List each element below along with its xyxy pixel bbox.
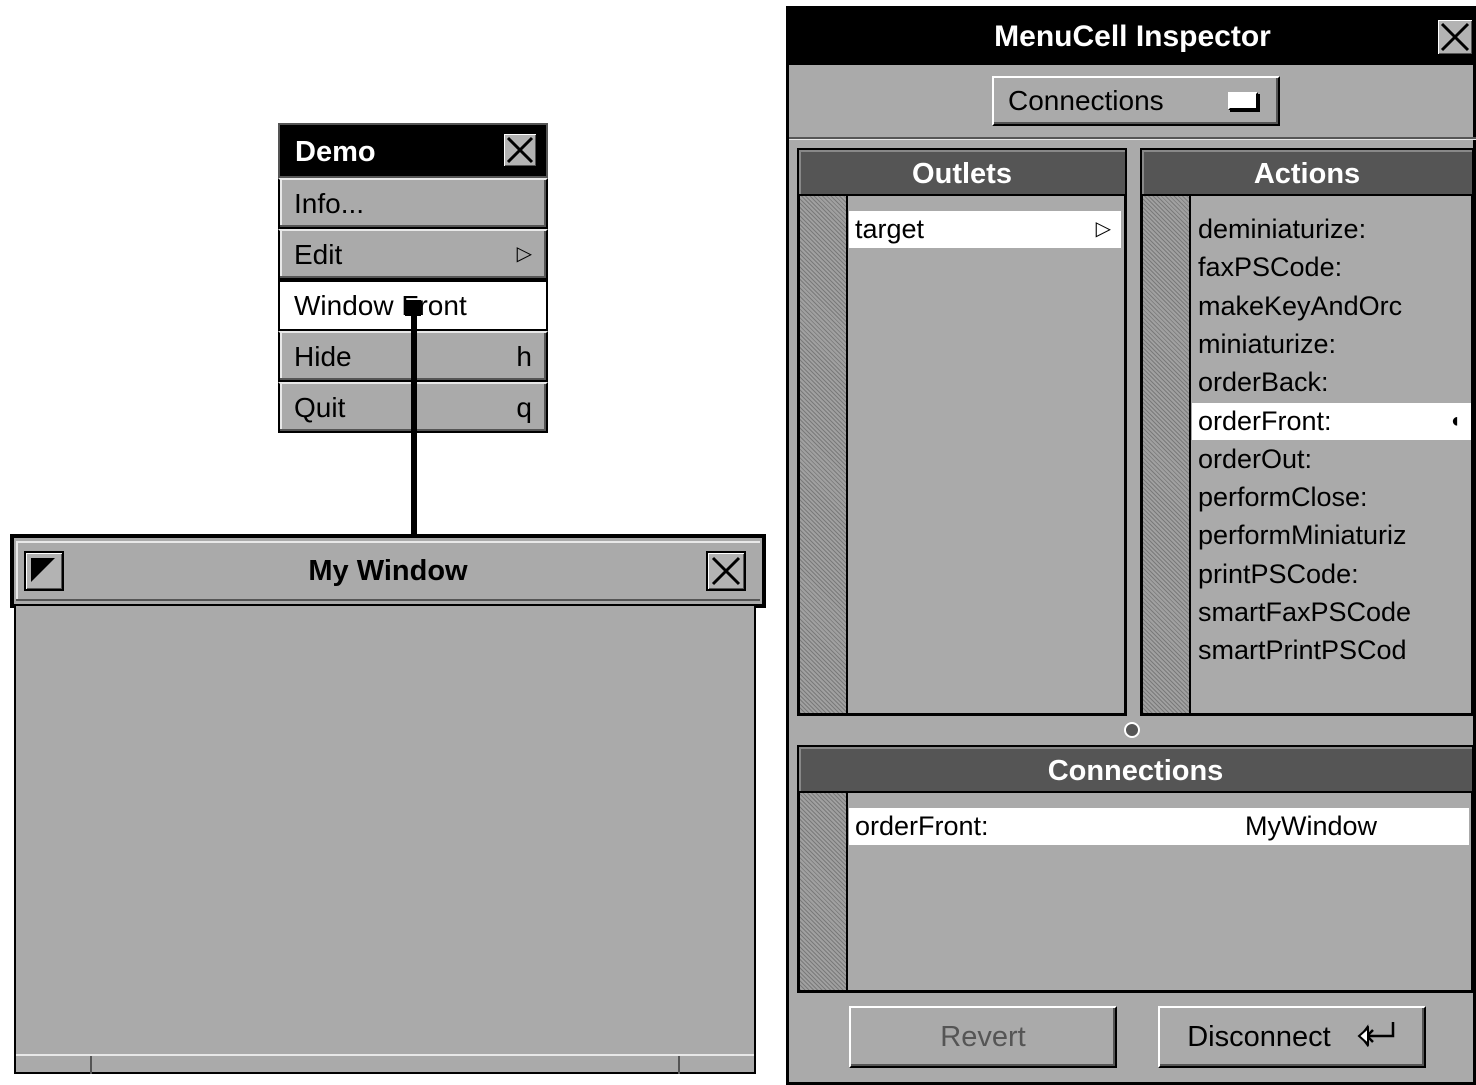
submenu-arrow-icon: ▷ — [516, 243, 532, 265]
demo-menu-title[interactable]: Demo — [278, 123, 548, 178]
connections-list[interactable]: orderFront: MyWindow — [797, 793, 1474, 993]
connection-source-knob[interactable] — [405, 300, 421, 316]
action-label: smartFaxPSCode — [1198, 597, 1412, 627]
action-row[interactable]: orderOut: — [1192, 441, 1471, 478]
action-row[interactable]: miniaturize: — [1192, 326, 1471, 363]
split-divider-knob[interactable] — [1124, 722, 1140, 738]
actions-header-label: Actions — [1253, 158, 1361, 190]
inspector-title-bar[interactable]: MenuCell Inspector — [789, 9, 1476, 65]
disconnect-button[interactable]: Disconnect — [1158, 1006, 1426, 1068]
connections-header: Connections — [797, 745, 1474, 793]
connections-header-label: Connections — [1047, 755, 1224, 787]
action-row[interactable]: smartFaxPSCode — [1192, 594, 1471, 631]
menu-item-label: Info... — [294, 188, 365, 219]
popup-menu-icon — [1228, 92, 1258, 110]
return-key-icon — [1357, 1009, 1397, 1067]
connection-row[interactable]: orderFront: MyWindow — [849, 808, 1469, 845]
outlets-header-label: Outlets — [912, 158, 1012, 190]
action-row[interactable]: smartPrintPSCod — [1192, 632, 1471, 669]
connections-scroller[interactable] — [800, 793, 848, 990]
action-label: smartPrintPSCod — [1198, 635, 1407, 666]
action-label: orderBack: — [1198, 367, 1329, 398]
window-title: My Window — [308, 555, 468, 587]
outlet-label: target — [855, 214, 925, 244]
action-label: performClose: — [1198, 482, 1368, 513]
menu-item-label: Hide — [294, 341, 352, 372]
action-row[interactable]: makeKeyAndOrc — [1192, 288, 1471, 325]
outlet-row-target[interactable]: target ▷ — [849, 211, 1121, 248]
close-icon[interactable] — [502, 132, 538, 168]
actions-scroller[interactable] — [1143, 196, 1191, 713]
action-label: orderFront: — [1198, 405, 1332, 436]
menu-item-edit[interactable]: Edit ▷ — [278, 229, 548, 280]
action-row[interactable]: performClose: — [1192, 479, 1471, 516]
inspector-title: MenuCell Inspector — [994, 20, 1271, 53]
close-icon[interactable] — [706, 551, 746, 591]
action-row[interactable]: orderBack: — [1192, 364, 1471, 401]
outlets-list[interactable]: target ▷ — [797, 196, 1127, 716]
menu-item-label: Quit — [294, 392, 346, 423]
outlet-arrow-icon: ▷ — [1095, 218, 1111, 240]
divider — [789, 137, 1476, 140]
connection-target: MyWindow — [1245, 811, 1378, 841]
close-icon[interactable] — [1436, 18, 1474, 56]
action-label: makeKeyAndOrc — [1198, 290, 1403, 321]
inspector-mode-popup[interactable]: Connections — [992, 76, 1280, 126]
connection-action: orderFront: — [855, 811, 989, 841]
action-row[interactable]: performMiniaturiz — [1192, 517, 1471, 554]
actions-list[interactable]: deminiaturize: faxPSCode: makeKeyAndOrc min… — [1140, 196, 1474, 716]
action-label: faxPSCode: — [1198, 252, 1343, 283]
demo-menu-title-label: Demo — [295, 136, 376, 168]
action-row[interactable]: faxPSCode: — [1192, 249, 1471, 286]
shortcut-key: q — [516, 392, 532, 423]
connected-dot-icon: ◖ — [1448, 409, 1461, 432]
action-label: performMiniaturiz — [1198, 520, 1407, 551]
outlets-header: Outlets — [797, 148, 1127, 196]
action-label: miniaturize: — [1198, 328, 1337, 359]
action-row[interactable]: printPSCode: — [1192, 556, 1471, 593]
action-row[interactable]: deminiaturize: — [1192, 211, 1471, 248]
connection-line — [411, 310, 417, 538]
revert-label: Revert — [940, 1021, 1026, 1053]
window-content — [14, 606, 756, 1074]
action-label: deminiaturize: — [1198, 214, 1367, 244]
action-label: printPSCode: — [1198, 558, 1359, 589]
miniaturize-icon[interactable] — [24, 551, 64, 591]
menu-item-label: Window Front — [294, 290, 467, 321]
action-label: orderOut: — [1198, 443, 1313, 474]
revert-button[interactable]: Revert — [849, 1006, 1117, 1068]
actions-header: Actions — [1140, 148, 1474, 196]
outlets-scroller[interactable] — [800, 196, 848, 713]
shortcut-key: h — [516, 341, 532, 372]
disconnect-label: Disconnect — [1187, 1021, 1331, 1053]
menu-item-label: Edit — [294, 239, 343, 270]
window-title-bar[interactable]: My Window — [16, 541, 760, 601]
resize-bar[interactable] — [16, 1054, 754, 1074]
popup-value: Connections — [1008, 85, 1164, 116]
menu-item-info[interactable]: Info... — [278, 178, 548, 229]
action-row[interactable]: orderFront: ◖ — [1192, 402, 1471, 440]
